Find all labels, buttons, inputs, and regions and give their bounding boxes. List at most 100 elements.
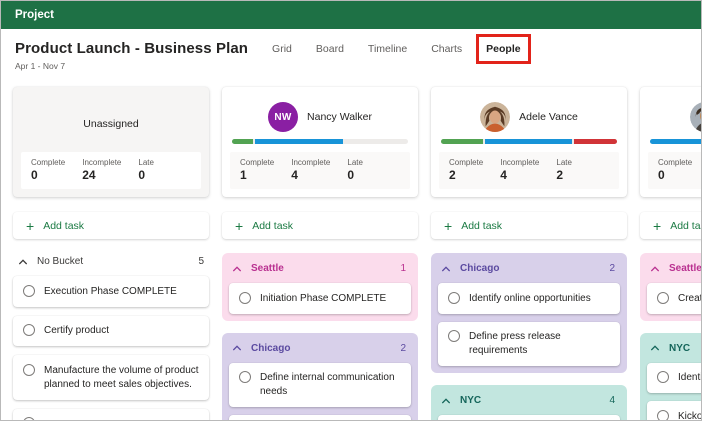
chevron-up-icon[interactable] bbox=[650, 264, 660, 274]
complete-circle-icon[interactable] bbox=[23, 364, 35, 376]
stat-complete: Complete 0 bbox=[658, 158, 692, 182]
bucket-list: No Bucket 5 Execution Phase COMPLETE Cer… bbox=[13, 253, 209, 421]
app-top-bar: Project bbox=[1, 1, 701, 29]
bucket-name: NYC bbox=[669, 343, 702, 354]
chevron-up-icon[interactable] bbox=[18, 257, 28, 267]
stat-late: Late 0 bbox=[138, 158, 154, 182]
column-clipped-person: Complete 0 Incomplete Late + Add task bbox=[640, 87, 702, 421]
stat-incomplete-value: 24 bbox=[82, 168, 121, 182]
tab-board[interactable]: Board bbox=[316, 43, 344, 55]
bucket-header: Chicago 2 bbox=[229, 340, 411, 363]
avatar-photo bbox=[690, 102, 702, 132]
chevron-up-icon[interactable] bbox=[232, 343, 242, 353]
bucket-header: Chicago 2 bbox=[438, 260, 620, 283]
bucket-name: Chicago bbox=[460, 263, 600, 274]
stat-late-value: 0 bbox=[138, 168, 154, 182]
chevron-up-icon[interactable] bbox=[441, 396, 451, 406]
task-card[interactable]: Certify product bbox=[13, 316, 209, 347]
bucket-no-bucket: No Bucket 5 Execution Phase COMPLETE Cer… bbox=[13, 253, 209, 421]
chevron-up-icon[interactable] bbox=[441, 264, 451, 274]
person-card-nancy-walker: NW Nancy Walker Complete 1 Incomplete 4 bbox=[222, 87, 418, 197]
plus-icon: + bbox=[653, 219, 661, 233]
stat-incomplete-label: Incomplete bbox=[82, 158, 121, 167]
stat-complete-label: Complete bbox=[449, 158, 483, 167]
complete-circle-icon[interactable] bbox=[657, 292, 669, 304]
task-title: Create bbox=[678, 291, 702, 306]
stat-late-label: Late bbox=[138, 158, 154, 167]
person-name: Nancy Walker bbox=[307, 111, 372, 123]
column-adele-vance: Adele Vance Complete 2 Incomplete 4 bbox=[431, 87, 627, 421]
tab-timeline[interactable]: Timeline bbox=[368, 43, 407, 55]
person-card-adele-vance: Adele Vance Complete 2 Incomplete 4 bbox=[431, 87, 627, 197]
add-task-button[interactable]: + Add task bbox=[431, 212, 627, 239]
chevron-up-icon[interactable] bbox=[650, 343, 660, 353]
avatar-photo bbox=[480, 102, 510, 132]
task-card[interactable]: Kickof bbox=[647, 401, 702, 421]
plus-icon: + bbox=[444, 219, 452, 233]
stat-complete-value: 0 bbox=[658, 168, 692, 182]
bucket-header: No Bucket 5 bbox=[13, 253, 209, 276]
tab-people[interactable]: People bbox=[486, 43, 520, 55]
stats-panel: Complete 1 Incomplete 4 Late 0 bbox=[230, 152, 410, 189]
tab-people-label: People bbox=[486, 43, 520, 55]
bucket-header: Seattle 1 bbox=[229, 260, 411, 283]
person-name-row bbox=[648, 95, 702, 139]
task-card[interactable]: Product Release Information bbox=[229, 415, 411, 421]
task-title: Define press release requirements bbox=[469, 330, 610, 359]
task-card[interactable]: Execution Phase COMPLETE bbox=[13, 276, 209, 307]
complete-circle-icon[interactable] bbox=[23, 324, 35, 336]
complete-circle-icon[interactable] bbox=[23, 417, 35, 421]
task-card[interactable]: Create bbox=[647, 283, 702, 314]
stat-complete-label: Complete bbox=[31, 158, 65, 167]
progress-bar bbox=[650, 139, 702, 144]
task-card[interactable]: Identif bbox=[647, 363, 702, 394]
stat-incomplete: Incomplete 24 bbox=[82, 158, 121, 182]
stat-incomplete-label: Incomplete bbox=[500, 158, 539, 167]
column-nancy-walker: NW Nancy Walker Complete 1 Incomplete 4 bbox=[222, 87, 418, 421]
date-range: Apr 1 - Nov 7 bbox=[15, 61, 248, 71]
tab-charts[interactable]: Charts bbox=[431, 43, 462, 55]
bucket-list: Chicago 2 Identify online opportunities … bbox=[431, 253, 627, 421]
person-name-row: Adele Vance bbox=[439, 95, 619, 139]
bucket-nyc: NYC Identif Kickof bbox=[640, 333, 702, 421]
complete-circle-icon[interactable] bbox=[239, 371, 251, 383]
task-card[interactable]: Identify online opportunities bbox=[438, 283, 620, 314]
complete-circle-icon[interactable] bbox=[448, 330, 460, 342]
task-card[interactable]: Define internal communication needs bbox=[229, 363, 411, 408]
add-task-button[interactable]: + Add task bbox=[640, 212, 702, 239]
stat-complete-label: Complete bbox=[240, 158, 274, 167]
stat-late-label: Late bbox=[556, 158, 572, 167]
task-card[interactable]: Define press release requirements bbox=[438, 322, 620, 367]
stats-panel: Complete 0 Incomplete Late bbox=[648, 152, 702, 189]
complete-circle-icon[interactable] bbox=[239, 292, 251, 304]
complete-circle-icon[interactable] bbox=[657, 371, 669, 383]
complete-circle-icon[interactable] bbox=[657, 410, 669, 421]
stat-late: Late 2 bbox=[556, 158, 572, 182]
task-card[interactable]: Identify the launch team bbox=[438, 415, 620, 421]
person-card-unassigned: Unassigned Complete 0 Incomplete 24 Late… bbox=[13, 87, 209, 197]
task-card[interactable]: Initiation Phase COMPLETE bbox=[229, 283, 411, 314]
page-title: Product Launch - Business Plan bbox=[15, 40, 248, 57]
task-title: Identify online opportunities bbox=[469, 291, 591, 306]
bucket-nyc: NYC 4 Identify the launch team bbox=[431, 385, 627, 421]
task-card[interactable]: Manufacture the volume of product planne… bbox=[13, 355, 209, 400]
task-card[interactable] bbox=[13, 409, 209, 421]
bucket-header: Seattle bbox=[647, 260, 702, 283]
bucket-header: NYC 4 bbox=[438, 392, 620, 415]
add-task-button[interactable]: + Add task bbox=[222, 212, 418, 239]
chevron-up-icon[interactable] bbox=[232, 264, 242, 274]
progress-incomplete-segment bbox=[255, 139, 343, 144]
complete-circle-icon[interactable] bbox=[448, 292, 460, 304]
task-title: Certify product bbox=[44, 324, 109, 339]
task-title: Initiation Phase COMPLETE bbox=[260, 291, 386, 306]
complete-circle-icon[interactable] bbox=[23, 285, 35, 297]
add-task-button[interactable]: + Add task bbox=[13, 212, 209, 239]
person-name: Unassigned bbox=[83, 118, 138, 130]
tab-grid[interactable]: Grid bbox=[272, 43, 292, 55]
task-title: Define internal communication needs bbox=[260, 371, 401, 400]
add-task-label: Add task bbox=[252, 220, 293, 232]
bucket-seattle: Seattle 1 Initiation Phase COMPLETE bbox=[222, 253, 418, 321]
stat-incomplete-value: 4 bbox=[500, 168, 539, 182]
plus-icon: + bbox=[235, 219, 243, 233]
stat-late-value: 2 bbox=[556, 168, 572, 182]
